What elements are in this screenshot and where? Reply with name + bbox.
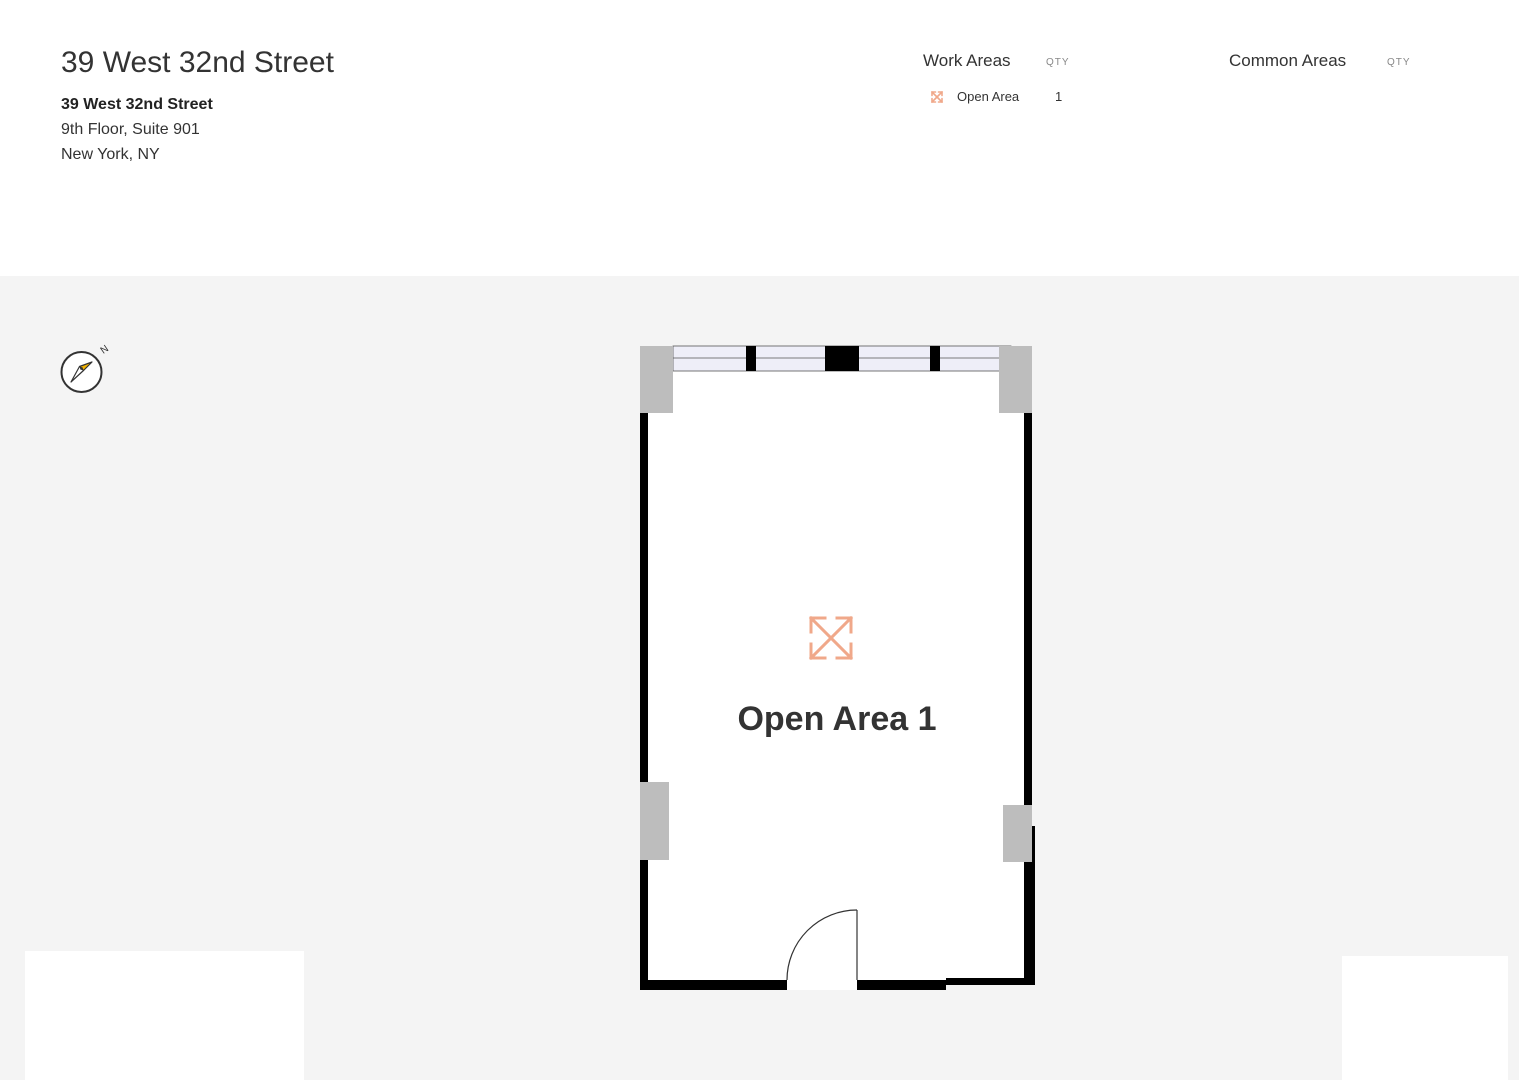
wall-bottom-left xyxy=(640,980,787,990)
column-top-left xyxy=(640,346,673,413)
room-floor xyxy=(645,370,1027,982)
wall-right-upper xyxy=(1024,346,1032,826)
windows xyxy=(672,345,1012,372)
wall-left xyxy=(640,346,648,990)
column-right xyxy=(1003,805,1032,862)
column-left xyxy=(640,782,669,860)
column-top-right xyxy=(999,346,1032,413)
floorplan-drawing xyxy=(640,345,1035,990)
wall-bottom-right xyxy=(946,978,1035,985)
wall-bottom-mid xyxy=(857,980,946,990)
room-label: Open Area 1 xyxy=(737,700,937,738)
